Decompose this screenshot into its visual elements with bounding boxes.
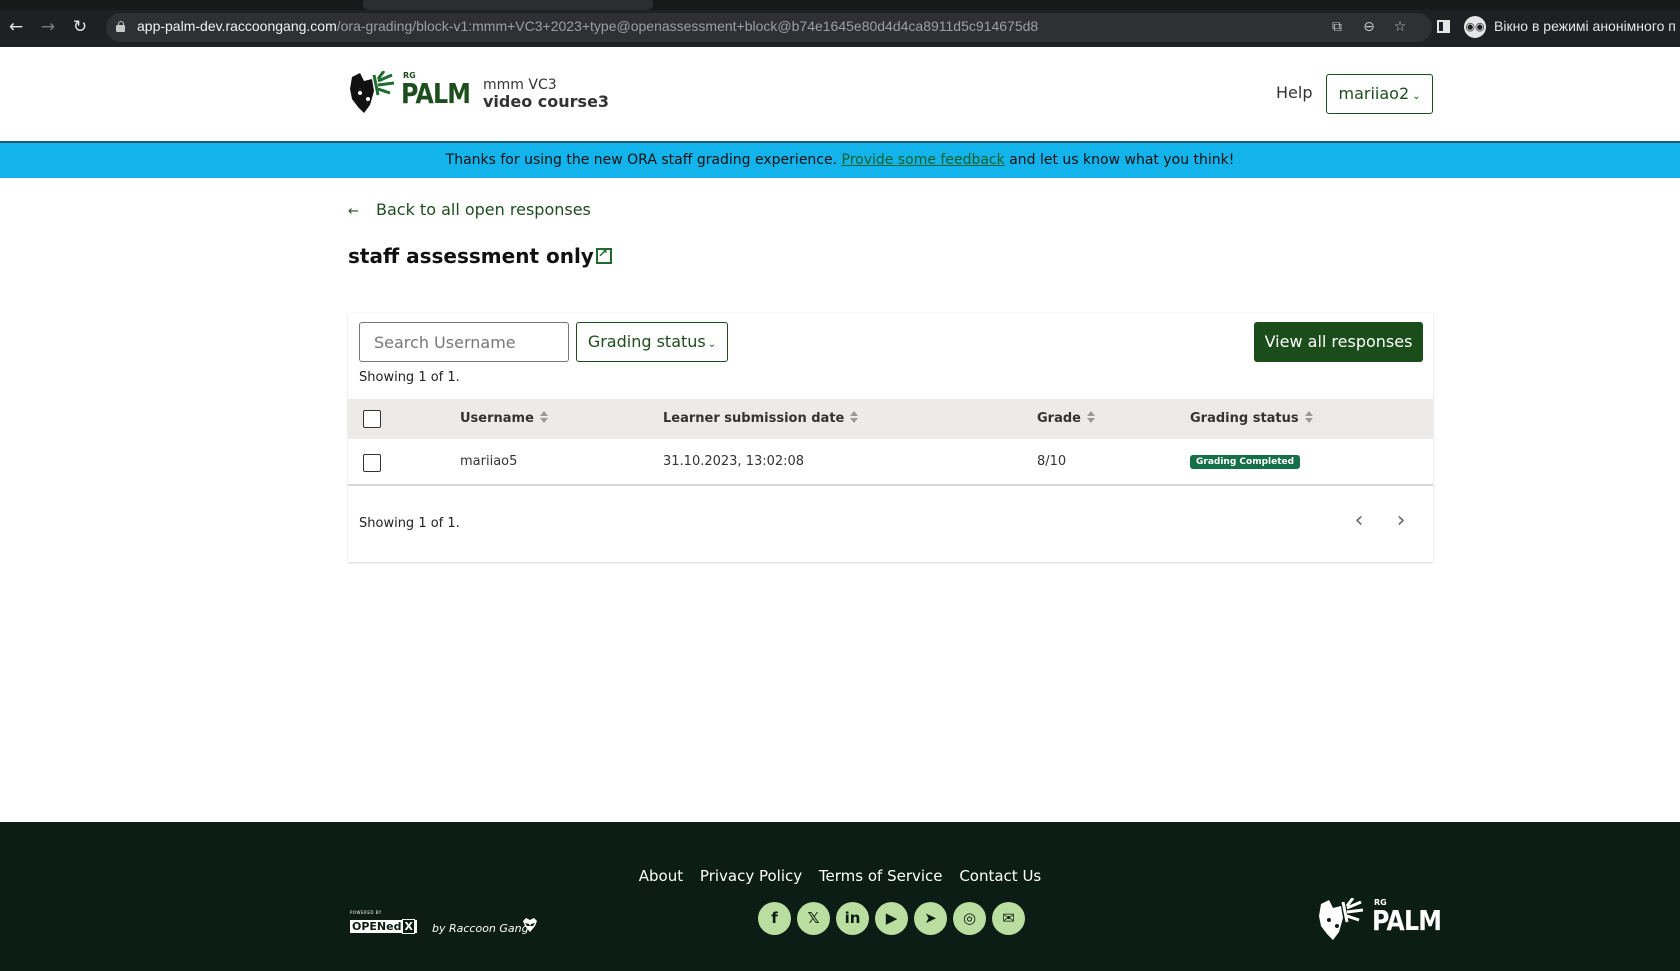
instagram-icon[interactable]: ◎	[953, 902, 986, 935]
logo-text: PALM	[401, 77, 471, 110]
youtube-icon[interactable]: ▶	[875, 902, 908, 935]
chevron-right-icon: ›	[1396, 508, 1406, 533]
page-title-text: staff assessment only	[348, 244, 594, 268]
previous-page-button[interactable]: ‹	[1347, 506, 1371, 536]
footer-link-privacy[interactable]: Privacy Policy	[700, 867, 802, 885]
cell-username[interactable]: mariiao5	[460, 454, 517, 469]
footer-link-about[interactable]: About	[639, 867, 683, 885]
powered-by-openedx-logo[interactable]: POWERED BY OPENed X	[350, 910, 417, 934]
by-raccoon-gang-label: by Raccoon Gang	[432, 922, 529, 935]
x-twitter-icon[interactable]: 𝕏	[797, 902, 830, 935]
external-link-icon[interactable]	[595, 246, 612, 264]
star-icon[interactable]: ☆	[1391, 18, 1409, 36]
banner-text-after: and let us know what you think!	[1004, 152, 1235, 168]
page-title: staff assessment only	[348, 244, 612, 268]
chevron-down-icon: ⌄	[1412, 91, 1421, 102]
active-tab[interactable]	[363, 0, 653, 10]
raccoon-palm-icon	[350, 71, 395, 113]
back-to-responses-link[interactable]: ← Back to all open responses	[348, 200, 591, 219]
tab-strip	[0, 0, 1680, 10]
footer-nav: About Privacy Policy Terms of Service Co…	[0, 867, 1680, 885]
telegram-icon[interactable]: ➤	[914, 902, 947, 935]
lock-icon[interactable]	[116, 21, 125, 32]
showing-count-bottom: Showing 1 of 1.	[359, 516, 460, 531]
site-footer: About Privacy Policy Terms of Service Co…	[0, 822, 1680, 971]
row-checkbox[interactable]	[363, 454, 381, 472]
column-header-submission-date[interactable]: Learner submission date	[663, 411, 859, 426]
site-header: RG PALM mmm VC3 video course3 Help marii…	[0, 47, 1680, 143]
logo-text: PALM	[1372, 904, 1442, 937]
next-page-button[interactable]: ›	[1389, 506, 1413, 536]
footer-link-terms[interactable]: Terms of Service	[819, 867, 943, 885]
column-header-grade[interactable]: Grade	[1037, 411, 1095, 426]
responses-card: Grading status⌄ View all responses Showi…	[348, 313, 1433, 562]
incognito-icon[interactable]: ◉◉	[1464, 16, 1486, 38]
browser-chrome: ← → ↻ app-palm-dev.raccoongang.com/ora-g…	[0, 0, 1680, 47]
grading-status-filter[interactable]: Grading status ⌄	[576, 322, 728, 362]
back-arrow-icon[interactable]: ←	[6, 17, 26, 37]
social-links: f 𝕏 in ▶ ➤ ◎ ✉	[758, 902, 1025, 936]
footer-palm-logo[interactable]: RG PALM	[1317, 898, 1442, 942]
email-icon[interactable]: ✉	[992, 902, 1025, 935]
cell-submission-date: 31.10.2023, 13:02:08	[663, 454, 805, 469]
table-row[interactable]: mariiao5 31.10.2023, 13:02:08 8/10 Gradi…	[348, 439, 1433, 486]
arrow-left-icon: ←	[348, 204, 359, 219]
incognito-label[interactable]: Вікно в режимі анонімного п	[1494, 18, 1676, 34]
facebook-icon[interactable]: f	[758, 902, 791, 935]
sort-icon[interactable]	[1086, 411, 1095, 423]
course-org: mmm VC3	[483, 77, 557, 93]
feedback-link[interactable]: Provide some feedback	[842, 152, 1005, 168]
search-username-input[interactable]	[359, 322, 569, 362]
chevron-down-icon: ⌄	[707, 339, 717, 350]
forward-arrow-icon[interactable]: →	[38, 17, 58, 37]
raccoon-mask-icon	[523, 918, 537, 932]
table-header: Username Learner submission date Grade G…	[348, 399, 1433, 439]
sort-icon[interactable]	[1304, 411, 1313, 423]
status-badge: Grading Completed	[1190, 455, 1301, 469]
column-header-grading-status[interactable]: Grading status	[1190, 411, 1313, 426]
showing-count-top: Showing 1 of 1.	[359, 370, 460, 385]
footer-link-contact[interactable]: Contact Us	[959, 867, 1041, 885]
course-name: video course3	[483, 92, 610, 111]
palm-logo[interactable]: RG PALM	[348, 71, 471, 115]
cell-grade: 8/10	[1037, 454, 1067, 469]
raccoon-palm-icon	[1319, 898, 1364, 940]
back-link-label: Back to all open responses	[376, 200, 591, 219]
responses-table: Username Learner submission date Grade G…	[348, 399, 1433, 486]
feedback-banner: Thanks for using the new ORA staff gradi…	[0, 143, 1680, 178]
sort-icon[interactable]	[850, 411, 859, 423]
url-text[interactable]: app-palm-dev.raccoongang.com/ora-grading…	[137, 18, 1038, 34]
course-info: mmm VC3 video course3	[483, 77, 609, 111]
select-all-checkbox[interactable]	[363, 410, 381, 428]
view-all-responses-button[interactable]: View all responses	[1254, 322, 1423, 362]
banner-text-before: Thanks for using the new ORA staff gradi…	[445, 152, 842, 168]
user-menu-button[interactable]: mariiao2 ⌄	[1326, 74, 1433, 114]
chevron-left-icon: ‹	[1354, 508, 1364, 533]
column-header-username[interactable]: Username	[460, 411, 548, 426]
zoom-out-icon[interactable]: ⊖	[1360, 18, 1378, 36]
side-panel-icon[interactable]	[1437, 20, 1450, 33]
username-label: mariiao2	[1338, 84, 1410, 103]
translate-icon[interactable]: ⧉	[1328, 18, 1346, 36]
linkedin-icon[interactable]: in	[836, 902, 869, 935]
help-link[interactable]: Help	[1276, 83, 1312, 102]
reload-icon[interactable]: ↻	[70, 17, 90, 37]
sort-icon[interactable]	[539, 411, 548, 423]
grading-status-filter-label: Grading status	[587, 332, 706, 351]
address-bar[interactable]: app-palm-dev.raccoongang.com/ora-grading…	[106, 13, 1432, 42]
